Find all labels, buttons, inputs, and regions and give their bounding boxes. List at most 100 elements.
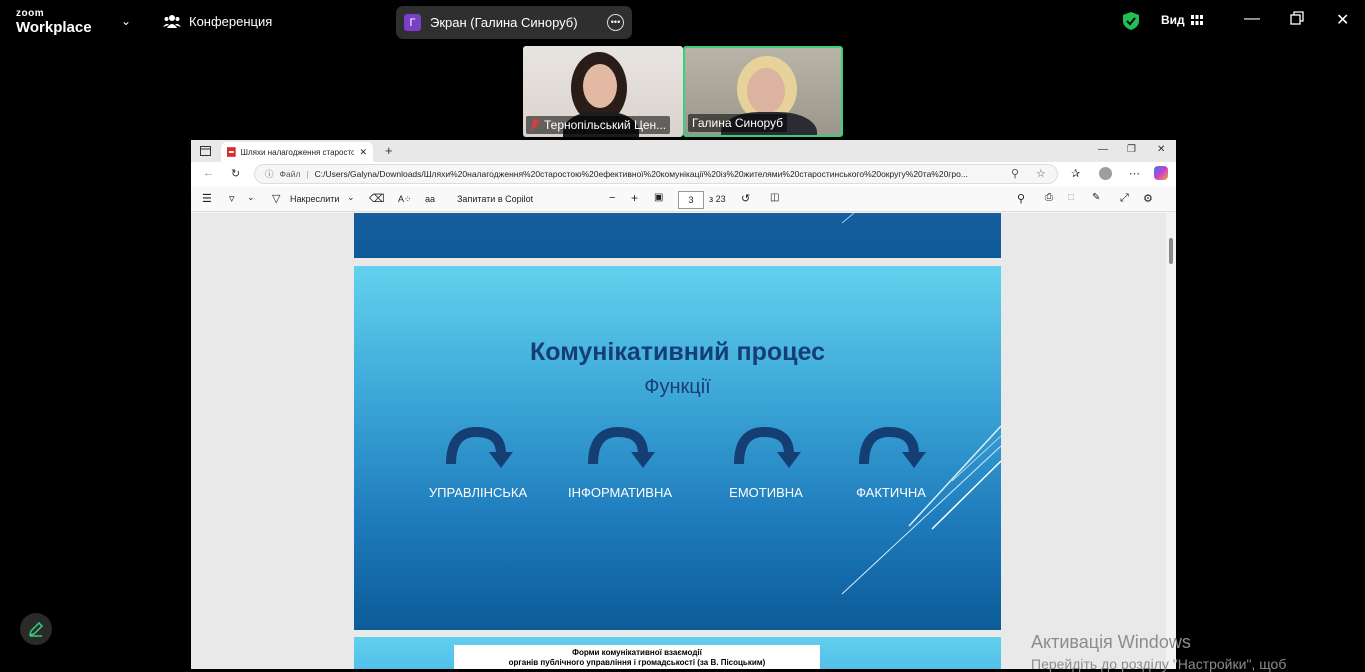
tab-close-icon[interactable]: ✕ — [359, 147, 367, 158]
function-label: УПРАВЛІНСЬКА — [428, 485, 528, 500]
browser-minimize-icon[interactable]: — — [1098, 144, 1108, 155]
function-item: ФАКТИЧНА — [831, 426, 951, 500]
shared-browser-window: Шляхи налагодження старостою ✕ + — ❐ ✕ ←… — [191, 140, 1176, 669]
copilot-icon[interactable] — [1154, 166, 1168, 180]
participant-face — [747, 68, 785, 114]
contents-icon[interactable]: ☰ — [202, 192, 212, 205]
zoom-logo-top: zoom — [16, 8, 45, 19]
draw-icon[interactable]: ▽ — [272, 192, 280, 205]
copilot-button[interactable]: Запитати в Copilot — [457, 194, 533, 204]
refresh-icon[interactable]: ↻ — [231, 167, 240, 180]
video-tile-participant-2[interactable]: Галина Синоруб — [683, 46, 843, 137]
favorites-icon[interactable]: ✰ — [1071, 167, 1080, 180]
scroll-thumb[interactable] — [1169, 238, 1173, 264]
participant-face — [583, 64, 617, 108]
next-slide: Форми комунікативної взаємодії органів п… — [354, 637, 1001, 669]
restore-icon[interactable] — [1290, 11, 1304, 30]
browser-address-bar: ← ↻ ⓘ Файл | C:/Users/Galyna/Downloads/Ш… — [191, 162, 1176, 186]
meeting-button[interactable]: Конференция — [163, 13, 272, 29]
tab-pdf-document[interactable]: Шляхи налагодження старостою ✕ — [221, 142, 373, 162]
windows-activation-title: Активація Windows — [1031, 632, 1191, 652]
pdf-scrollbar[interactable]: ▲ — [1166, 213, 1176, 669]
page-number-input[interactable]: 3 — [678, 191, 704, 209]
video-tile-participant-1[interactable]: Тернопільський Цен... — [523, 46, 683, 137]
shield-icon[interactable] — [1122, 11, 1140, 31]
function-item: ЕМОТИВНА — [706, 426, 826, 500]
function-label: ФАКТИЧНА — [856, 485, 926, 500]
settings-gear-icon[interactable]: ⚙ — [1143, 192, 1153, 205]
curved-arrow-icon — [446, 426, 513, 468]
screen-share-indicator[interactable]: Г Экран (Галина Синоруб) ••• — [396, 6, 632, 39]
address-text: C:/Users/Galyna/Downloads/Шляхи%20налаго… — [314, 169, 968, 179]
rotate-icon[interactable]: ↺ — [741, 192, 750, 205]
eraser-icon[interactable]: ⌫ — [369, 192, 385, 205]
back-icon[interactable]: ← — [203, 167, 214, 179]
print-icon[interactable]: ⎙ — [1045, 192, 1053, 203]
fit-page-icon[interactable]: ▣ — [654, 192, 663, 203]
zoom-logo: zoom Workplace — [16, 8, 92, 36]
function-label: ЕМОТИВНА — [729, 485, 803, 500]
previous-slide — [354, 213, 1001, 258]
annotate-button[interactable] — [20, 613, 52, 645]
page-view-icon[interactable]: ◫ — [770, 192, 779, 203]
browser-restore-icon[interactable]: ❐ — [1127, 144, 1136, 155]
pdf-toolbar: ☰ ▿ ⌄ ▽ Накреслити ⌄ ⌫ A⁘ aа Запитати в … — [191, 186, 1176, 212]
participant-name-tag: Тернопільський Цен... — [526, 116, 671, 134]
chevron-down-icon[interactable]: ⌄ — [121, 14, 131, 28]
save-as-icon[interactable]: ✎ — [1092, 192, 1100, 203]
scroll-up-icon[interactable]: ▲ — [1168, 213, 1175, 214]
participant-name-tag: Галина Синоруб — [688, 114, 788, 132]
url-field[interactable]: ⓘ Файл | C:/Users/Galyna/Downloads/Шляхи… — [254, 164, 1058, 184]
slide-subtitle: Функції — [644, 376, 711, 398]
slide-title: Комунікативний процес — [530, 338, 825, 366]
search-icon[interactable]: ⚲ — [1011, 167, 1019, 180]
search-icon[interactable]: ⚲ — [1017, 192, 1025, 205]
translate-icon[interactable]: aа — [425, 194, 435, 204]
next-slide-line1: Форми комунікативної взаємодії — [572, 648, 702, 657]
meeting-label: Конференция — [189, 13, 273, 29]
zoom-out-icon[interactable]: − — [609, 192, 615, 204]
pdf-viewer[interactable]: Комунікативний процес Функції УПРАВЛІНСЬ… — [191, 213, 1176, 669]
save-icon[interactable]: □ — [1068, 192, 1074, 203]
more-icon[interactable]: ⋯ — [1129, 167, 1140, 180]
zoom-in-icon[interactable]: + — [631, 191, 638, 205]
tab-title: Шляхи налагодження старостою — [240, 147, 355, 157]
zoom-top-bar: zoom Workplace ⌄ Конференция Г Экран (Га… — [0, 0, 1365, 44]
windows-activation-hint: Перейдіть до розділу "Настройки", щоб — [1031, 656, 1287, 672]
participants-icon — [163, 15, 181, 28]
decorative-lines — [841, 213, 855, 224]
more-icon[interactable]: ••• — [607, 14, 624, 31]
mic-muted-icon — [530, 119, 540, 131]
pencil-icon — [28, 621, 44, 637]
grid-view-icon — [1190, 15, 1203, 25]
next-slide-line2: органів публічного управління і громадсь… — [508, 657, 766, 667]
read-aloud-icon[interactable]: A⁘ — [398, 194, 412, 205]
page-total: з 23 — [709, 194, 726, 204]
fullscreen-icon[interactable]: ⤢ — [1120, 192, 1129, 205]
function-label: ІНФОРМАТИВНА — [567, 485, 673, 500]
chevron-down-icon[interactable]: ⌄ — [347, 192, 355, 203]
curved-arrow-icon — [859, 426, 926, 468]
next-slide-heading: Форми комунікативної взаємодії органів п… — [454, 645, 820, 669]
share-avatar: Г — [404, 14, 421, 31]
share-label: Экран (Галина Синоруб) — [430, 15, 578, 30]
browser-tab-bar: Шляхи налагодження старостою ✕ + — ❐ ✕ — [191, 140, 1176, 162]
profile-avatar[interactable] — [1099, 167, 1112, 180]
favorite-star-icon[interactable]: ☆ — [1036, 167, 1046, 180]
tab-actions-icon[interactable] — [200, 146, 211, 156]
info-icon: ⓘ — [265, 169, 274, 179]
view-button[interactable]: Вид — [1161, 13, 1203, 27]
close-icon[interactable]: ✕ — [1336, 10, 1349, 30]
address-separator: | — [306, 169, 309, 179]
pdf-icon — [227, 147, 236, 157]
draw-button[interactable]: Накреслити — [290, 194, 339, 204]
minimize-icon[interactable]: — — [1244, 10, 1260, 28]
function-item: ІНФОРМАТИВНА — [560, 426, 680, 500]
function-item: УПРАВЛІНСЬКА — [418, 426, 538, 500]
participant-name: Тернопільський Цен... — [544, 118, 667, 132]
chevron-down-icon[interactable]: ⌄ — [247, 192, 255, 203]
highlight-icon[interactable]: ▿ — [229, 192, 235, 205]
browser-close-icon[interactable]: ✕ — [1157, 144, 1165, 155]
current-slide: Комунікативний процес Функції УПРАВЛІНСЬ… — [354, 266, 1001, 630]
new-tab-icon[interactable]: + — [385, 143, 393, 158]
